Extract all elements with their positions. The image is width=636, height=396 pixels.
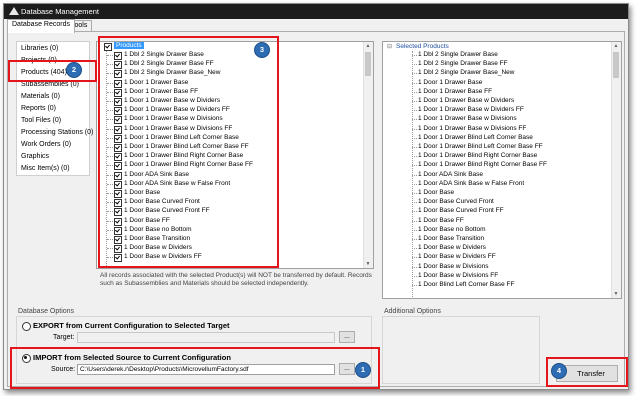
scroll-thumb[interactable]: [613, 52, 619, 78]
title-bar: Database Management: [4, 4, 628, 19]
badge-3: 3: [254, 42, 270, 58]
selected-tree-item-label: 1 Door Base w Divisions FF: [418, 271, 499, 279]
selected-tree-item-label: 1 Door 1 Drawer Blind Left Corner Base: [418, 133, 533, 141]
sidebar-item-libraries[interactable]: Libraries (0): [21, 45, 58, 52]
tab-database-records[interactable]: Database Records: [7, 19, 75, 33]
tree-connector: [412, 128, 417, 130]
badge-2: 2: [66, 62, 82, 78]
selected-tree-item-label: 1 Door 1 Drawer Base: [418, 78, 483, 86]
tree-connector: [412, 73, 417, 75]
tab-strip: Database Records Tools: [4, 19, 628, 33]
scroll-thumb[interactable]: [365, 52, 371, 76]
sidebar-item-tool-files[interactable]: Tool Files (0): [21, 117, 61, 124]
collapse-icon[interactable]: ⊟: [387, 43, 392, 50]
sidebar-item-materials[interactable]: Materials (0): [21, 93, 60, 100]
tree-connector: [412, 285, 417, 286]
selected-tree-item-label: 1 Door Base w Dividers: [418, 244, 486, 252]
tree-connector: [412, 183, 417, 185]
selected-tree-item-label: 1 Door 1 Drawer Base w Divisions: [418, 115, 517, 123]
selected-tree-item-label: 1 Door Base no Bottom: [418, 225, 486, 233]
selected-tree-item-label: 1 Door 1 Drawer Base w Dividers FF: [418, 106, 524, 114]
tree-connector: [412, 137, 417, 139]
selected-scrollbar[interactable]: ▲ ▼: [611, 42, 621, 298]
selected-tree-item-label: 1 Door 1 Drawer Blind Right Corner Base: [418, 152, 538, 160]
tree-connector: [412, 239, 417, 240]
selected-tree-item-label: 1 Door Base: [418, 189, 455, 196]
tree-connector: [412, 119, 417, 121]
selected-tree-item-label: 1 Dbl 2 Single Drawer Base FF: [418, 60, 508, 68]
selected-tree-item-label: 1 Door 1 Drawer Blind Right Corner Base …: [418, 161, 547, 169]
tree-connector: [412, 193, 417, 194]
selected-tree-item-label: 1 Door 1 Drawer Blind Left Corner Base F…: [418, 143, 543, 150]
sidebar-item-subassemblies[interactable]: Subassemblies (0): [21, 81, 79, 88]
tree-root-label: Selected Products: [396, 43, 449, 50]
tree-connector: [412, 82, 417, 84]
selected-tree-item-label: 1 Dbl 2 Single Drawer Base: [418, 51, 498, 58]
additional-options-label: Additional Options: [384, 308, 441, 315]
selected-tree-item-label: 1 Door ADA Sink Base: [418, 170, 484, 178]
scroll-down-icon[interactable]: ▼: [613, 291, 619, 297]
badge-4: 4: [551, 363, 567, 379]
tree-connector: [412, 110, 417, 112]
tree-connector: [412, 91, 417, 93]
additional-options-group: [382, 316, 540, 384]
transfer-note: All records associated with the selected…: [100, 272, 372, 287]
export-option-label: EXPORT from Current Configuration to Sel…: [33, 321, 230, 330]
sidebar-item-work-orders[interactable]: Work Orders (0): [21, 141, 71, 148]
selected-products-panel: ⊟ Selected Products 1 Dbl 2 Single Drawe…: [382, 41, 622, 299]
scroll-up-icon[interactable]: ▲: [365, 43, 371, 49]
database-options-label: Database Options: [18, 308, 75, 315]
target-label: Target:: [53, 334, 75, 341]
app-logo-icon: [9, 7, 19, 15]
badge-1: 1: [355, 362, 371, 378]
tree-connector: [412, 202, 417, 204]
tree-connector: [412, 101, 417, 102]
selected-tree-item-label: 1 Door Blind Left Corner Base FF: [418, 281, 515, 288]
selected-tree-item-label: 1 Door 1 Drawer Base FF: [418, 87, 493, 95]
tree-connector: [412, 64, 417, 66]
tree-connector: [412, 229, 417, 231]
tree-connector: [412, 211, 417, 213]
target-browse-button[interactable]: ...: [339, 331, 355, 343]
selected-tree-item-label: 1 Door Base Transition: [418, 235, 485, 242]
selected-tree-item-label: 1 Door Base w Divisions: [418, 262, 489, 270]
selected-products-tree: ⊟ Selected Products 1 Dbl 2 Single Drawe…: [383, 42, 613, 298]
selected-tree-item-label: 1 Dbl 2 Single Drawer Base_New: [418, 69, 515, 77]
tree-connector: [412, 165, 417, 167]
highlight-products-box: [8, 60, 97, 82]
scroll-down-icon[interactable]: ▼: [365, 261, 371, 267]
tree-connector: [412, 156, 417, 158]
tree-connector: [412, 55, 417, 56]
selected-tree-item-label: 1 Door Base w Dividers FF: [418, 253, 496, 261]
selected-tree-item-label: 1 Door Base FF: [418, 216, 464, 224]
highlight-import-box: [10, 347, 380, 389]
scroll-up-icon[interactable]: ▲: [613, 43, 619, 49]
products-scrollbar[interactable]: ▲ ▼: [363, 42, 373, 268]
sidebar-item-misc-items[interactable]: Misc Item(s) (0): [21, 165, 70, 172]
export-option[interactable]: EXPORT from Current Configuration to Sel…: [22, 321, 362, 331]
sidebar-item-reports[interactable]: Reports (0): [21, 105, 56, 112]
selected-tree-item-label: 1 Door 1 Drawer Base w Divisions FF: [418, 124, 527, 132]
sidebar-item-processing-stations[interactable]: Processing Stations (0): [21, 129, 93, 136]
tree-connector: [412, 266, 417, 268]
selected-tree-item-label: 1 Door Base Curved Front: [418, 198, 494, 206]
highlight-tree-box: [98, 36, 279, 268]
sidebar-item-graphics[interactable]: Graphics: [21, 153, 49, 160]
selected-tree-item-label: 1 Door Base Curved Front FF: [418, 207, 504, 215]
tree-connector: [412, 220, 417, 222]
target-field[interactable]: [77, 332, 335, 343]
selected-tree-item-label: 1 Door 1 Drawer Base w Dividers: [418, 97, 515, 104]
tree-connector: [412, 275, 417, 277]
export-radio[interactable]: [22, 322, 31, 331]
tree-connector: [412, 147, 417, 148]
tree-connector: [412, 248, 417, 250]
window-title: Database Management: [21, 7, 99, 16]
selected-tree-item-label: 1 Door ADA Sink Base w False Front: [418, 179, 525, 187]
tree-connector: [412, 257, 417, 259]
tree-connector: [412, 174, 417, 176]
